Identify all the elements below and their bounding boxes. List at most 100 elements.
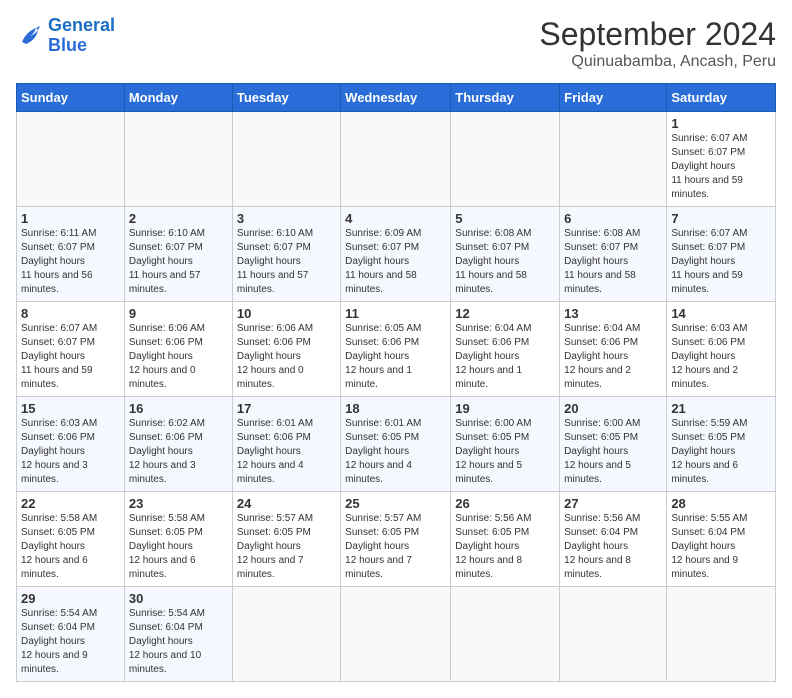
day-of-week-header: Friday <box>560 84 667 112</box>
day-number: 2 <box>129 211 228 226</box>
page-header: General Blue September 2024 Quinuabamba,… <box>16 16 776 71</box>
day-number: 30 <box>129 591 228 606</box>
day-number: 15 <box>21 401 120 416</box>
day-of-week-header: Wednesday <box>341 84 451 112</box>
day-number: 20 <box>564 401 662 416</box>
calendar-cell: 27Sunrise: 5:56 AMSunset: 6:04 PMDayligh… <box>560 492 667 587</box>
day-info: Sunrise: 6:04 AMSunset: 6:06 PMDaylight … <box>564 322 662 392</box>
calendar-week-row: 29Sunrise: 5:54 AMSunset: 6:04 PMDayligh… <box>17 587 776 682</box>
calendar-cell: 19Sunrise: 6:00 AMSunset: 6:05 PMDayligh… <box>451 397 560 492</box>
day-info: Sunrise: 6:08 AMSunset: 6:07 PMDaylight … <box>455 227 555 297</box>
calendar-cell: 29Sunrise: 5:54 AMSunset: 6:04 PMDayligh… <box>17 587 125 682</box>
day-number: 6 <box>564 211 662 226</box>
day-info: Sunrise: 5:59 AMSunset: 6:05 PMDaylight … <box>671 417 771 487</box>
day-number: 3 <box>237 211 336 226</box>
day-info: Sunrise: 5:55 AMSunset: 6:04 PMDaylight … <box>671 512 771 582</box>
calendar-cell: 1Sunrise: 6:11 AMSunset: 6:07 PMDaylight… <box>17 207 125 302</box>
day-number: 4 <box>345 211 446 226</box>
calendar-cell <box>232 112 340 207</box>
calendar-cell <box>667 587 776 682</box>
month-year-title: September 2024 <box>539 16 776 53</box>
day-info: Sunrise: 6:07 AMSunset: 6:07 PMDaylight … <box>21 322 120 392</box>
calendar-header-row: SundayMondayTuesdayWednesdayThursdayFrid… <box>17 84 776 112</box>
calendar-cell: 2Sunrise: 6:10 AMSunset: 6:07 PMDaylight… <box>124 207 232 302</box>
day-of-week-header: Saturday <box>667 84 776 112</box>
calendar-cell: 12Sunrise: 6:04 AMSunset: 6:06 PMDayligh… <box>451 302 560 397</box>
calendar-cell: 23Sunrise: 5:58 AMSunset: 6:05 PMDayligh… <box>124 492 232 587</box>
day-number: 17 <box>237 401 336 416</box>
calendar-cell: 18Sunrise: 6:01 AMSunset: 6:05 PMDayligh… <box>341 397 451 492</box>
day-number: 10 <box>237 306 336 321</box>
calendar-cell: 15Sunrise: 6:03 AMSunset: 6:06 PMDayligh… <box>17 397 125 492</box>
calendar-cell: 17Sunrise: 6:01 AMSunset: 6:06 PMDayligh… <box>232 397 340 492</box>
calendar-cell: 14Sunrise: 6:03 AMSunset: 6:06 PMDayligh… <box>667 302 776 397</box>
day-number: 14 <box>671 306 771 321</box>
day-number: 22 <box>21 496 120 511</box>
day-info: Sunrise: 6:05 AMSunset: 6:06 PMDaylight … <box>345 322 446 392</box>
calendar-cell: 7Sunrise: 6:07 AMSunset: 6:07 PMDaylight… <box>667 207 776 302</box>
day-info: Sunrise: 5:56 AMSunset: 6:04 PMDaylight … <box>564 512 662 582</box>
calendar-cell: 3Sunrise: 6:10 AMSunset: 6:07 PMDaylight… <box>232 207 340 302</box>
day-number: 16 <box>129 401 228 416</box>
calendar-week-row: 22Sunrise: 5:58 AMSunset: 6:05 PMDayligh… <box>17 492 776 587</box>
day-info: Sunrise: 5:57 AMSunset: 6:05 PMDaylight … <box>237 512 336 582</box>
day-info: Sunrise: 6:06 AMSunset: 6:06 PMDaylight … <box>237 322 336 392</box>
day-of-week-header: Sunday <box>17 84 125 112</box>
day-info: Sunrise: 5:58 AMSunset: 6:05 PMDaylight … <box>21 512 120 582</box>
calendar-cell: 26Sunrise: 5:56 AMSunset: 6:05 PMDayligh… <box>451 492 560 587</box>
day-number: 21 <box>671 401 771 416</box>
day-info: Sunrise: 5:54 AMSunset: 6:04 PMDaylight … <box>129 607 228 677</box>
logo-icon <box>16 22 44 50</box>
day-info: Sunrise: 6:07 AMSunset: 6:07 PMDaylight … <box>671 227 771 297</box>
calendar-cell: 28Sunrise: 5:55 AMSunset: 6:04 PMDayligh… <box>667 492 776 587</box>
calendar-cell: 5Sunrise: 6:08 AMSunset: 6:07 PMDaylight… <box>451 207 560 302</box>
calendar-cell: 6Sunrise: 6:08 AMSunset: 6:07 PMDaylight… <box>560 207 667 302</box>
day-info: Sunrise: 6:06 AMSunset: 6:06 PMDaylight … <box>129 322 228 392</box>
day-info: Sunrise: 6:01 AMSunset: 6:06 PMDaylight … <box>237 417 336 487</box>
day-number: 11 <box>345 306 446 321</box>
calendar-cell: 21Sunrise: 5:59 AMSunset: 6:05 PMDayligh… <box>667 397 776 492</box>
logo: General Blue <box>16 16 115 56</box>
day-number: 18 <box>345 401 446 416</box>
day-info: Sunrise: 6:00 AMSunset: 6:05 PMDaylight … <box>564 417 662 487</box>
calendar-cell <box>341 587 451 682</box>
logo-text: General Blue <box>48 16 115 56</box>
day-number: 26 <box>455 496 555 511</box>
calendar-title-block: September 2024 Quinuabamba, Ancash, Peru <box>539 16 776 71</box>
day-number: 23 <box>129 496 228 511</box>
day-info: Sunrise: 6:09 AMSunset: 6:07 PMDaylight … <box>345 227 446 297</box>
calendar-cell: 25Sunrise: 5:57 AMSunset: 6:05 PMDayligh… <box>341 492 451 587</box>
day-number: 9 <box>129 306 228 321</box>
day-info: Sunrise: 6:03 AMSunset: 6:06 PMDaylight … <box>671 322 771 392</box>
calendar-cell <box>451 587 560 682</box>
day-info: Sunrise: 6:00 AMSunset: 6:05 PMDaylight … <box>455 417 555 487</box>
day-number: 25 <box>345 496 446 511</box>
day-number: 28 <box>671 496 771 511</box>
calendar-week-row: 15Sunrise: 6:03 AMSunset: 6:06 PMDayligh… <box>17 397 776 492</box>
calendar-cell: 20Sunrise: 6:00 AMSunset: 6:05 PMDayligh… <box>560 397 667 492</box>
calendar-cell <box>560 112 667 207</box>
day-info: Sunrise: 6:03 AMSunset: 6:06 PMDaylight … <box>21 417 120 487</box>
day-info: Sunrise: 6:10 AMSunset: 6:07 PMDaylight … <box>237 227 336 297</box>
calendar-cell: 10Sunrise: 6:06 AMSunset: 6:06 PMDayligh… <box>232 302 340 397</box>
day-number: 29 <box>21 591 120 606</box>
day-number: 5 <box>455 211 555 226</box>
calendar-cell: 22Sunrise: 5:58 AMSunset: 6:05 PMDayligh… <box>17 492 125 587</box>
day-of-week-header: Monday <box>124 84 232 112</box>
day-info: Sunrise: 6:08 AMSunset: 6:07 PMDaylight … <box>564 227 662 297</box>
day-info: Sunrise: 6:02 AMSunset: 6:06 PMDaylight … <box>129 417 228 487</box>
calendar-cell: 9Sunrise: 6:06 AMSunset: 6:06 PMDaylight… <box>124 302 232 397</box>
day-info: Sunrise: 6:07 AMSunset: 6:07 PMDaylight … <box>671 132 771 202</box>
day-number: 8 <box>21 306 120 321</box>
day-info: Sunrise: 6:01 AMSunset: 6:05 PMDaylight … <box>345 417 446 487</box>
day-number: 12 <box>455 306 555 321</box>
calendar-cell: 30Sunrise: 5:54 AMSunset: 6:04 PMDayligh… <box>124 587 232 682</box>
day-number: 27 <box>564 496 662 511</box>
calendar-cell: 4Sunrise: 6:09 AMSunset: 6:07 PMDaylight… <box>341 207 451 302</box>
day-info: Sunrise: 6:10 AMSunset: 6:07 PMDaylight … <box>129 227 228 297</box>
day-info: Sunrise: 5:54 AMSunset: 6:04 PMDaylight … <box>21 607 120 677</box>
day-info: Sunrise: 5:56 AMSunset: 6:05 PMDaylight … <box>455 512 555 582</box>
day-of-week-header: Thursday <box>451 84 560 112</box>
day-number: 1 <box>671 116 771 131</box>
day-of-week-header: Tuesday <box>232 84 340 112</box>
